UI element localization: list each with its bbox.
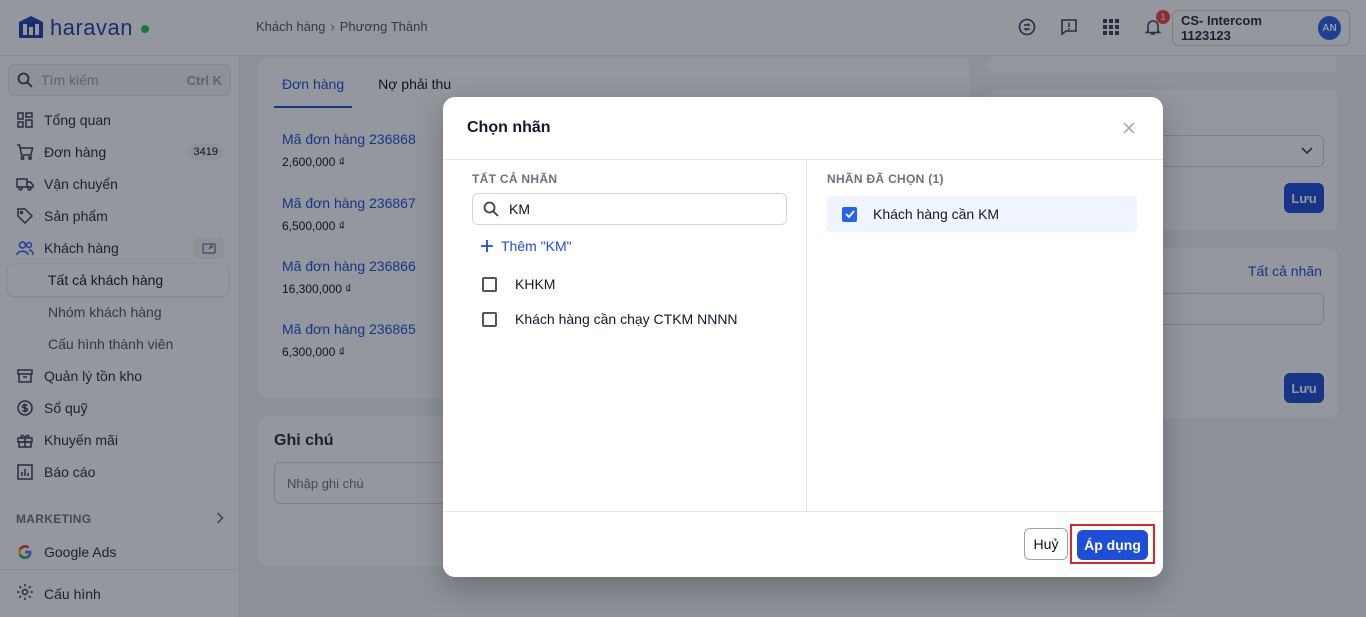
tag-option-label: Khách hàng cần chạy CTKM NNNN <box>515 311 738 327</box>
checkbox[interactable] <box>482 311 497 327</box>
tag-option[interactable]: KHKM <box>482 276 555 292</box>
tag-option[interactable]: Khách hàng cần chạy CTKM NNNN <box>482 311 738 327</box>
selected-tags-column: NHÃN ĐÃ CHỌN (1) Khách hàng cần KM <box>807 160 1163 511</box>
all-tags-column: TẤT CẢ NHÃN KM Thêm "KM" KHKM Khách hàng… <box>443 160 807 511</box>
selected-tag-label: Khách hàng cần KM <box>873 206 1000 222</box>
all-tags-label: TẤT CẢ NHÃN <box>472 172 558 186</box>
apply-button[interactable]: Áp dụng <box>1077 530 1148 560</box>
add-tag-button[interactable]: Thêm "KM" <box>481 238 572 254</box>
selected-tags-label: NHÃN ĐÃ CHỌN (1) <box>827 172 944 186</box>
tag-search-input[interactable]: KM <box>472 193 787 225</box>
cancel-button[interactable]: Huỷ <box>1024 528 1068 560</box>
close-icon[interactable] <box>1119 118 1139 138</box>
tag-option-label: KHKM <box>515 276 556 292</box>
search-icon <box>483 201 499 217</box>
tag-search-value: KM <box>509 201 530 217</box>
checkbox-checked[interactable] <box>842 206 857 222</box>
modal-footer: Huỷ Áp dụng <box>443 511 1163 577</box>
checkbox[interactable] <box>482 276 497 292</box>
plus-icon <box>481 240 493 252</box>
apply-highlight: Áp dụng <box>1070 524 1155 564</box>
selected-tag[interactable]: Khách hàng cần KM <box>827 196 1137 232</box>
select-tags-modal: Chọn nhãn TẤT CẢ NHÃN KM Thêm "KM" KHKM … <box>443 97 1163 577</box>
check-icon <box>844 210 855 218</box>
modal-title: Chọn nhãn <box>467 119 551 136</box>
add-tag-label: Thêm "KM" <box>501 238 572 254</box>
modal-header: Chọn nhãn <box>443 97 1163 160</box>
modal-body: TẤT CẢ NHÃN KM Thêm "KM" KHKM Khách hàng… <box>443 160 1163 511</box>
